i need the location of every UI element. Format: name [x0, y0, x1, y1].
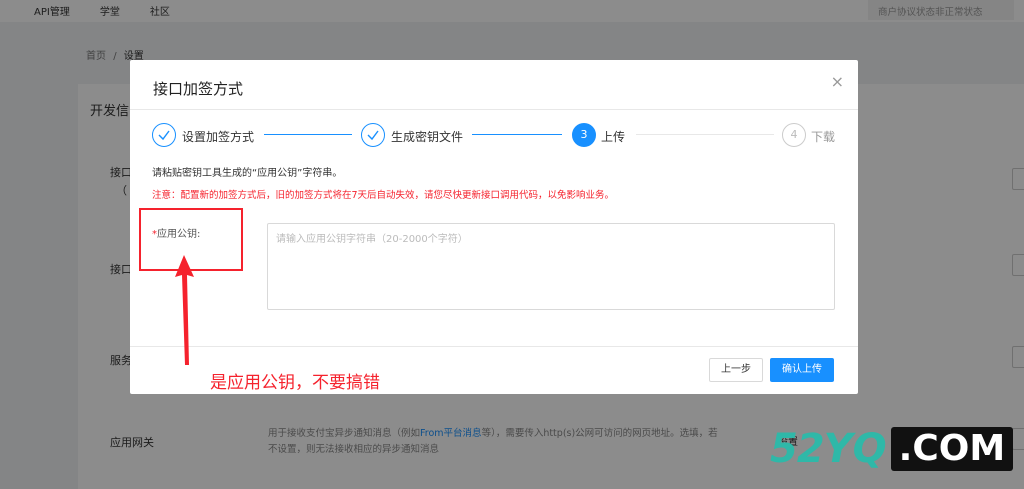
public-key-input[interactable] — [267, 223, 835, 310]
watermark-yq: YQ — [823, 426, 887, 472]
modal-title: 接口加签方式 — [153, 80, 244, 98]
step-4-label: 下载 — [811, 130, 836, 144]
watermark-com: .COM — [890, 427, 1014, 471]
step-connector — [636, 134, 774, 135]
warning-text: 注意：配置新的加签方式后，旧的加签方式将在7天后自动失效，请您尽快更新接口调用代… — [152, 190, 615, 201]
close-icon[interactable]: × — [831, 72, 844, 91]
modal-header: 接口加签方式 × — [130, 60, 858, 110]
site-watermark-logo: 52 YQ .COM — [770, 426, 1014, 472]
step-connector — [472, 134, 562, 135]
confirm-upload-button[interactable]: 确认上传 — [770, 358, 834, 382]
step-2-label: 生成密钥文件 — [391, 130, 464, 144]
step-1-check-icon — [152, 123, 176, 147]
step-2-check-icon — [361, 123, 385, 147]
paste-hint: 请粘贴密钥工具生成的“应用公钥”字符串。 — [152, 168, 343, 179]
prev-step-button[interactable]: 上一步 — [709, 358, 763, 382]
step-4-number: 4 — [782, 123, 806, 147]
annotation-text: 是应用公钥，不要搞错 — [210, 373, 380, 393]
step-connector — [264, 134, 352, 135]
annotation-arrow-icon — [175, 255, 194, 365]
step-3-number: 3 — [572, 123, 596, 147]
step-1-label: 设置加签方式 — [182, 130, 255, 144]
step-3-label: 上传 — [601, 130, 626, 144]
watermark-num: 52 — [770, 426, 825, 472]
steps: 设置加签方式 生成密钥文件 3 上传 4 下载 — [152, 123, 842, 147]
